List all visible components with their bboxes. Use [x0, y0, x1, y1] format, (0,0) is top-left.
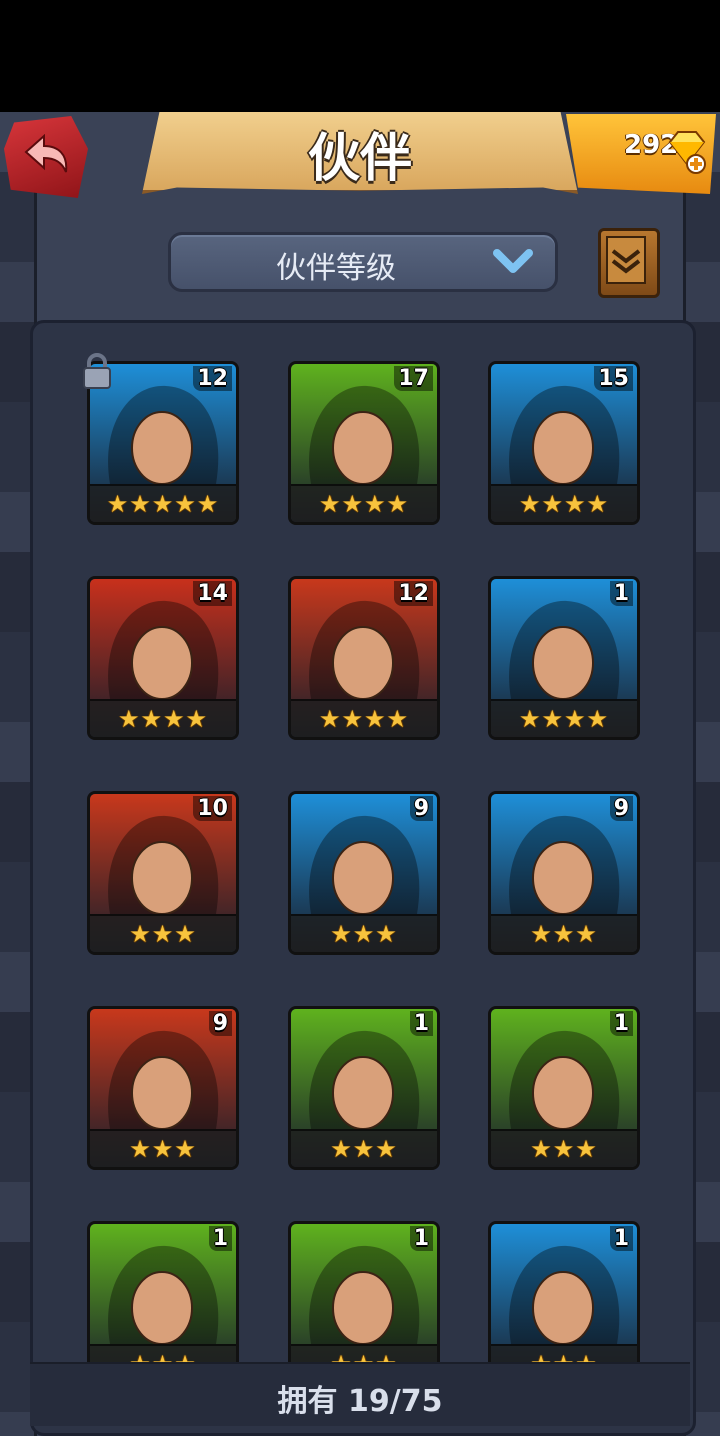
- companion-grid: 12 ★★★★★ 17 ★★★★ 15 ★★★★ 14 ★★★★ 12 ★★★★ 1 ★★★★ 10 ★★…: [33, 323, 693, 1385]
- companion-level: 9: [208, 1011, 232, 1036]
- companion-card[interactable]: 1 ★★★: [288, 1006, 440, 1170]
- companion-level: 15: [594, 366, 633, 391]
- page-title: 伙伴: [307, 129, 412, 189]
- gem-counter[interactable]: 292: [566, 114, 716, 194]
- back-arrow-icon: [24, 134, 68, 173]
- companion-grid-panel: 12 ★★★★★ 17 ★★★★ 15 ★★★★ 14 ★★★★ 12 ★★★★ 1 ★★★★ 10 ★★…: [30, 320, 696, 1436]
- owned-count: 拥有 19/75: [277, 1384, 443, 1419]
- back-button[interactable]: [4, 116, 88, 198]
- sort-dropdown[interactable]: 伙伴等级: [168, 232, 558, 292]
- companion-card[interactable]: 1 ★★★: [488, 1006, 640, 1170]
- companion-level: 1: [409, 1226, 433, 1251]
- star-rating: ★★★★: [491, 484, 637, 522]
- star-rating: ★★★★: [291, 484, 437, 522]
- companion-card[interactable]: 12 ★★★★: [288, 576, 440, 740]
- companion-card[interactable]: 9 ★★★: [87, 1006, 239, 1170]
- companion-card[interactable]: 9 ★★★: [488, 791, 640, 955]
- footer-bar: 拥有 19/75: [30, 1362, 690, 1426]
- companion-level: 14: [193, 581, 232, 606]
- star-rating: ★★★: [491, 914, 637, 952]
- companion-level: 9: [609, 796, 633, 821]
- star-rating: ★★★★: [291, 699, 437, 737]
- companion-level: 1: [609, 1226, 633, 1251]
- companion-card[interactable]: 1★★★: [87, 1221, 239, 1385]
- star-rating: ★★★★★: [90, 484, 236, 522]
- companion-card[interactable]: 1★★★: [488, 1221, 640, 1385]
- companion-card[interactable]: 14 ★★★★: [87, 576, 239, 740]
- companion-level: 17: [394, 366, 433, 391]
- star-rating: ★★★: [491, 1129, 637, 1167]
- sort-label: 伙伴等级: [276, 251, 396, 286]
- companion-card[interactable]: 1 ★★★★: [488, 576, 640, 740]
- diamond-plus-icon: [668, 131, 706, 174]
- companion-card[interactable]: 9 ★★★: [288, 791, 440, 955]
- companion-level: 1: [609, 581, 633, 606]
- companion-level: 1: [208, 1226, 232, 1251]
- companion-level: 1: [409, 1011, 433, 1036]
- star-rating: ★★★: [90, 1129, 236, 1167]
- companion-level: 9: [409, 796, 433, 821]
- companion-card[interactable]: 10 ★★★: [87, 791, 239, 955]
- companion-card[interactable]: 17 ★★★★: [288, 361, 440, 525]
- star-rating: ★★★★: [90, 699, 236, 737]
- scroll-button[interactable]: [598, 228, 660, 298]
- companion-screen: 伙伴 292 伙伴等级 12 ★★★★★ 17 ★★★★ 15 ★★★★ 14 ★★★★ 12 ★…: [0, 112, 720, 1436]
- companion-card[interactable]: 1★★★: [288, 1221, 440, 1385]
- companion-card[interactable]: 15 ★★★★: [488, 361, 640, 525]
- companion-level: 10: [193, 796, 232, 821]
- lock-icon: [83, 353, 111, 389]
- companion-level: 12: [394, 581, 433, 606]
- companion-level: 12: [193, 366, 232, 391]
- companion-level: 1: [609, 1011, 633, 1036]
- scroll-icon: [606, 236, 646, 284]
- chevron-down-icon: [493, 249, 533, 273]
- star-rating: ★★★: [291, 914, 437, 952]
- star-rating: ★★★★: [491, 699, 637, 737]
- star-rating: ★★★: [90, 914, 236, 952]
- star-rating: ★★★: [291, 1129, 437, 1167]
